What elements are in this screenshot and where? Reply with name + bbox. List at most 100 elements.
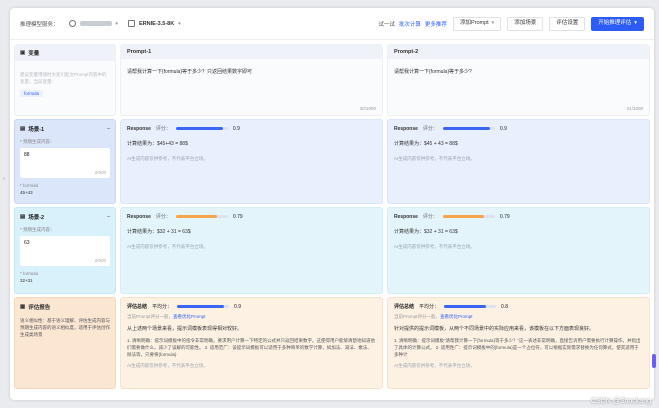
summary-label: 评估总结 (394, 304, 415, 310)
score-fill (444, 305, 486, 308)
variables-placeholder: 建议变量用随时大变引起文Prompt内容中的变量，当前变量： (20, 72, 107, 84)
optimize-link[interactable]: 查看优化Prompt (440, 314, 473, 319)
chevron-down-icon: ▾ (491, 20, 495, 26)
evaluation-title: 评估报告 (28, 305, 51, 311)
response-text: 计算结果为：$45 + 43 = 88$ (394, 141, 458, 147)
watermark: CSDN @Shockang (590, 398, 651, 405)
ai-note: AI生成内容仅供参考，不代表平台立场。 (127, 244, 208, 249)
expected-value: 63 (24, 240, 30, 246)
summary-line: 当前Prompt评分一般， (394, 314, 441, 319)
summary-label: 评估总结 (127, 304, 148, 310)
expected-value: 88 (24, 152, 30, 158)
score-value: 0.79 (232, 213, 243, 220)
score-label: 评分： (155, 126, 171, 132)
service-select[interactable]: ▾ (68, 20, 119, 27)
formula-value[interactable]: 32+31 (20, 278, 110, 282)
expected-count: 2/500 (94, 170, 106, 175)
chevron-down-icon: ▾ (115, 20, 119, 27)
response-panel: Response 评分： 0.9 计算结果为：$45+43 = 88$ AI生成内容… (120, 119, 383, 204)
eval-settings-button[interactable]: 评估设置 (549, 16, 586, 31)
collapse-icon[interactable]: – (107, 126, 110, 132)
score-value: 0.9 (232, 125, 240, 132)
prompt-title: Prompt-1 (121, 45, 382, 59)
variables-title: 变量 (28, 51, 40, 57)
evaluation-panel: ▦ 评估报告 语义相似性：基于语义理解、评估生成内容与预期生成内容的语义相似度，适… (14, 297, 116, 389)
formula-value[interactable]: 45+43 (20, 190, 110, 194)
score-fill (442, 215, 484, 218)
score-bar (444, 305, 497, 308)
top-toolbar: 推理模型服务： ▾ ERNIE-3.5-8K ▾ 试一试 批次计算 更多推荐 添… (10, 8, 654, 40)
formula-label: * formula (20, 183, 39, 188)
response-label: Response (127, 213, 151, 220)
scene-icon: ▤ (20, 126, 26, 132)
report-icon: ▦ (20, 304, 26, 310)
response-panel: Response 评分： 0.79 计算结果为：$32 + 31 = 63$ AI生… (387, 207, 650, 294)
score-label: 评分： (422, 214, 438, 220)
response-text: 计算结果为：$32 + 31 = 63$ (394, 229, 458, 235)
chevron-down-icon: ▾ (178, 20, 181, 27)
formula-label: * formula (20, 271, 39, 276)
score-fill (175, 127, 223, 130)
avg-label: 平均分： (152, 304, 173, 310)
try-label: 试一试 (378, 21, 395, 28)
evaluation-row: ▦ 评估报告 语义相似性：基于语义理解、评估生成内容与预期生成内容的语义相似度，适… (14, 297, 650, 389)
score-value: 0.79 (499, 213, 510, 220)
response-label: Response (127, 125, 151, 132)
ai-note: AI生成内容仅供参考，不代表平台立场。 (394, 244, 475, 249)
summary-title: 针对提供的提示词模板，从两个不同场景中的实际应用来看，该模板在以下方面表现良好。 (394, 326, 595, 332)
response-label: Response (394, 125, 418, 132)
service-label: 推理模型服务： (20, 21, 59, 28)
recommend-link[interactable]: 更多推荐 (425, 20, 447, 28)
score-fill (175, 215, 217, 218)
scene-row-1: ▤ 场景-1 – * 预期生成内容： 88 2/500 * formula 45+43… (14, 119, 650, 204)
add-scene-button[interactable]: 添加场景 (507, 16, 544, 31)
avg-score: 0.9 (234, 303, 241, 310)
prompt-text[interactable]: 请帮我计算一下{formula}等于多少? (394, 68, 643, 75)
eval-grid: ▣ 变量 建议变量用随时大变引起文Prompt内容中的变量，当前变量： formu… (14, 44, 650, 392)
summary-title: 从上述两个场景来看，提示词模板表现得相对较好。 (127, 326, 243, 332)
model-select[interactable]: ERNIE-3.5-8K ▾ (128, 20, 181, 27)
variable-tag[interactable]: formula (20, 90, 44, 97)
score-label: 评分： (422, 126, 438, 132)
add-prompt-label: 添加Prompt (459, 20, 489, 26)
scene-row-2: ▤ 场景-2 – * 预期生成内容： 63 2/500 * formula 32+31… (14, 207, 650, 294)
collapse-handle-icon[interactable]: ‹ (3, 176, 5, 182)
score-bar (177, 305, 230, 308)
prompt-panel-2[interactable]: Prompt-2 请帮我计算一下{formula}等于多少? 21/1000 (387, 44, 650, 116)
score-fill (442, 127, 490, 130)
summary-line: 当前Prompt评分一般， (127, 314, 174, 319)
summary-body: 1. 清晰明确：提示词模板“请帮我计算一下{formula}等于多少？”这一表述… (394, 338, 641, 357)
variables-panel: ▣ 变量 建议变量用随时大变引起文Prompt内容中的变量，当前变量： formu… (14, 44, 116, 116)
side-tab[interactable] (652, 354, 656, 368)
scene-title: 场景-1 (28, 127, 45, 133)
score-label: 评分： (155, 214, 171, 220)
score-bar (175, 215, 228, 218)
service-icon (68, 20, 76, 27)
eval-summary-panel: 评估总结 平均分： 0.9 当前Prompt评分一般，查看优化Prompt 从上述两… (120, 297, 383, 389)
prompt-text[interactable]: 请帮我计算一下{formula}等于多少？只返回结果数字即可 (127, 68, 376, 75)
start-eval-button[interactable]: 开始推理评估 ▾ (591, 16, 644, 31)
collapse-icon[interactable]: – (107, 214, 110, 220)
prompt-title: Prompt-2 (388, 45, 649, 59)
add-prompt-button[interactable]: 添加Prompt ▾ (452, 16, 502, 31)
eval-summary-panel: 评估总结 平均分： 0.8 当前Prompt评分一般，查看优化Prompt 针对提供… (387, 297, 650, 389)
ai-note: AI生成内容仅供参考，不代表平台立场。 (127, 156, 208, 161)
response-panel: Response 评分： 0.79 计算结果为：$32 + 31 = 63$ AI生… (120, 207, 383, 294)
expected-label: * 预期生成内容： (20, 139, 55, 144)
avg-score: 0.8 (501, 303, 508, 310)
app-frame: 推理模型服务： ▾ ERNIE-3.5-8K ▾ 试一试 批次计算 更多推荐 添… (10, 8, 654, 400)
response-label: Response (394, 213, 418, 220)
prompt-panel-1[interactable]: Prompt-1 请帮我计算一下{formula}等于多少？只返回结果数字即可 … (120, 44, 383, 116)
optimize-link[interactable]: 查看优化Prompt (173, 314, 206, 319)
expected-input[interactable]: 63 2/500 (20, 236, 110, 266)
response-text: 计算结果为：$32 + 31 = 63$ (127, 229, 191, 235)
model-name: ERNIE-3.5-8K (139, 20, 175, 27)
batch-link[interactable]: 批次计算 (399, 20, 421, 28)
response-panel: Response 评分： 0.9 计算结果为：$45 + 43 = 88$ AI生成… (387, 119, 650, 204)
ai-note: AI生成内容仅供参考，不代表平台立场。 (394, 363, 475, 368)
start-eval-label: 开始推理评估 (598, 20, 632, 26)
expected-input[interactable]: 88 2/500 (20, 148, 110, 178)
summary-body: 1. 清晰明确：提示词模板中的指令非常明确，要求用户计算一下特定的公式并只返回结… (127, 338, 375, 357)
score-fill (177, 305, 224, 308)
evaluation-desc: 语义相似性：基于语义理解、评估生成内容与预期生成内容的语义相似度，适用于评估创作… (20, 318, 110, 337)
